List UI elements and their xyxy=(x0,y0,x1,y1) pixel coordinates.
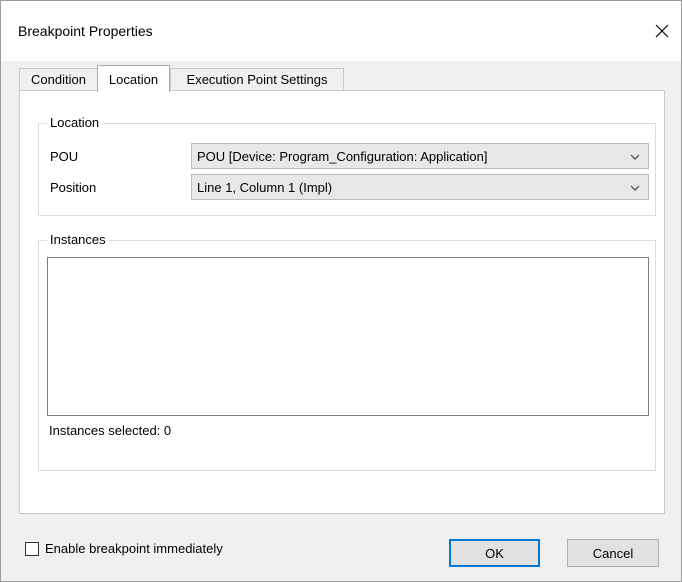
pou-value: POU [Device: Program_Configuration: Appl… xyxy=(197,149,488,164)
instances-group-title: Instances xyxy=(47,232,109,247)
cancel-button[interactable]: Cancel xyxy=(567,539,659,567)
tab-location[interactable]: Location xyxy=(97,65,170,92)
tab-panel-location: Location POU POU [Device: Program_Config… xyxy=(19,90,665,514)
breakpoint-properties-dialog: Breakpoint Properties Condition Location… xyxy=(0,0,682,582)
close-icon xyxy=(655,24,669,38)
tab-execution-point-settings[interactable]: Execution Point Settings xyxy=(170,68,344,90)
position-label: Position xyxy=(50,180,97,195)
chevron-down-icon xyxy=(630,154,640,160)
position-value: Line 1, Column 1 (Impl) xyxy=(197,180,333,195)
window-title: Breakpoint Properties xyxy=(18,23,153,39)
tab-label: Execution Point Settings xyxy=(186,72,328,87)
instances-group: Instances Instances selected: 0 xyxy=(38,232,656,471)
close-button[interactable] xyxy=(648,17,676,45)
enable-breakpoint-label[interactable]: Enable breakpoint immediately xyxy=(45,541,223,556)
ok-button-label: OK xyxy=(485,545,504,561)
position-dropdown[interactable]: Line 1, Column 1 (Impl) xyxy=(191,174,649,200)
tab-label: Condition xyxy=(31,72,86,87)
tab-condition[interactable]: Condition xyxy=(19,68,98,90)
location-group-title: Location xyxy=(47,115,103,130)
cancel-button-label: Cancel xyxy=(592,545,634,561)
ok-button[interactable]: OK xyxy=(449,539,540,567)
title-bar: Breakpoint Properties xyxy=(1,1,681,61)
instances-list[interactable] xyxy=(47,257,649,416)
location-group: Location POU POU [Device: Program_Config… xyxy=(38,115,656,216)
tab-label: Location xyxy=(108,71,159,87)
instances-selected-count: Instances selected: 0 xyxy=(49,423,172,438)
enable-breakpoint-checkbox[interactable] xyxy=(25,542,39,556)
chevron-down-icon xyxy=(630,185,640,191)
pou-label: POU xyxy=(50,149,79,164)
pou-dropdown[interactable]: POU [Device: Program_Configuration: Appl… xyxy=(191,143,649,169)
